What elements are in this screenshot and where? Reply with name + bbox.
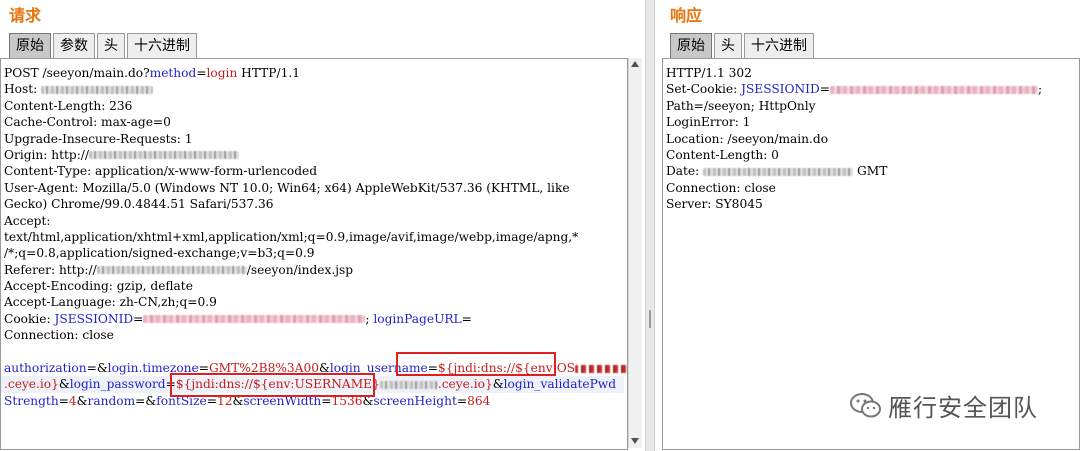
accept-value: text/html,application/xhtml+xml,applicat… xyxy=(4,229,579,244)
accept-encoding-header: Accept-Encoding: gzip, deflate xyxy=(4,279,193,294)
accept-language-header: Accept-Language: zh-CN,zh;q=0.9 xyxy=(4,295,217,310)
set-cookie-header: Set-Cookie: JSESSIONID=; xyxy=(666,82,1043,97)
redacted-session-id xyxy=(829,85,1038,94)
tab-raw[interactable]: 原始 xyxy=(670,33,712,58)
redacted-dns-host xyxy=(575,364,627,373)
upgrade-insecure-header: Upgrade-Insecure-Requests: 1 xyxy=(4,131,193,146)
tab-hex[interactable]: 十六进制 xyxy=(744,33,814,58)
content-length-header: Content-Length: 236 xyxy=(4,98,133,113)
connection-header: Connection: close xyxy=(4,328,114,343)
scroll-up-icon[interactable] xyxy=(631,61,639,67)
origin-header: Origin: http:// xyxy=(4,147,627,163)
panel-splitter[interactable] xyxy=(645,0,655,451)
referer-header: Referer: http:///seeyon/index.jsp xyxy=(4,262,354,277)
cookie-header: Cookie: JSESSIONID=; loginPageURL= xyxy=(4,311,472,326)
server-header: Server: SY8045 xyxy=(666,197,763,212)
scroll-down-icon[interactable] xyxy=(631,438,639,444)
accept-value-cont: /*;q=0.8,application/signed-exchange;v=b… xyxy=(4,246,315,261)
tab-hex[interactable]: 十六进制 xyxy=(127,33,197,58)
request-title: 请求 xyxy=(9,6,42,25)
tab-params[interactable]: 参数 xyxy=(53,33,95,58)
location-header: Location: /seeyon/main.do xyxy=(666,131,829,146)
response-panel: 响应 原始 头 十六进制 HTTP/1.1 302 Set-Cookie: JS… xyxy=(655,0,1080,451)
accept-header: Accept: xyxy=(4,213,51,228)
response-lines: HTTP/1.1 302 Set-Cookie: JSESSIONID=; Pa… xyxy=(666,65,1042,213)
request-scrollbar[interactable] xyxy=(628,58,642,448)
watermark: 雁行安全团队 xyxy=(850,388,1038,423)
redacted-origin xyxy=(89,151,240,160)
payload-highlight-username xyxy=(396,352,556,376)
redacted-referer xyxy=(96,266,247,275)
cookie-path: Path=/seeyon; HttpOnly xyxy=(666,98,816,113)
connection-header: Connection: close xyxy=(666,180,776,195)
tab-raw[interactable]: 原始 xyxy=(9,33,51,58)
response-tabs: 原始 头 十六进制 xyxy=(670,33,816,59)
host-header: Host: xyxy=(4,81,627,97)
redacted-session-id xyxy=(143,315,366,324)
user-agent-header-cont: Gecko) Chrome/99.0.4844.51 Safari/537.36 xyxy=(4,197,274,212)
watermark-text: 雁行安全团队 xyxy=(888,394,1038,422)
cache-control-header: Cache-Control: max-age=0 xyxy=(4,115,171,130)
tab-headers[interactable]: 头 xyxy=(714,33,742,58)
login-error-header: LoginError: 1 xyxy=(666,115,751,130)
user-agent-header: User-Agent: Mozilla/5.0 (Windows NT 10.0… xyxy=(4,180,570,195)
request-tabs: 原始 参数 头 十六进制 xyxy=(9,33,199,59)
content-type-header: Content-Type: application/x-www-form-url… xyxy=(4,164,318,179)
response-title: 响应 xyxy=(670,6,703,25)
date-header: Date: GMT xyxy=(666,164,888,179)
content-length-header: Content-Length: 0 xyxy=(666,147,779,162)
redacted-host xyxy=(41,85,154,94)
redacted-date xyxy=(703,167,854,176)
request-line: POST /seeyon/main.do?method=login HTTP/1… xyxy=(4,66,300,80)
splitter-grip-icon[interactable] xyxy=(649,310,651,328)
wechat-icon xyxy=(850,392,881,417)
payload-highlight-password xyxy=(170,373,375,397)
tab-headers[interactable]: 头 xyxy=(97,33,125,58)
redacted-dns-host-2 xyxy=(379,380,438,389)
status-line: HTTP/1.1 302 xyxy=(666,66,752,80)
